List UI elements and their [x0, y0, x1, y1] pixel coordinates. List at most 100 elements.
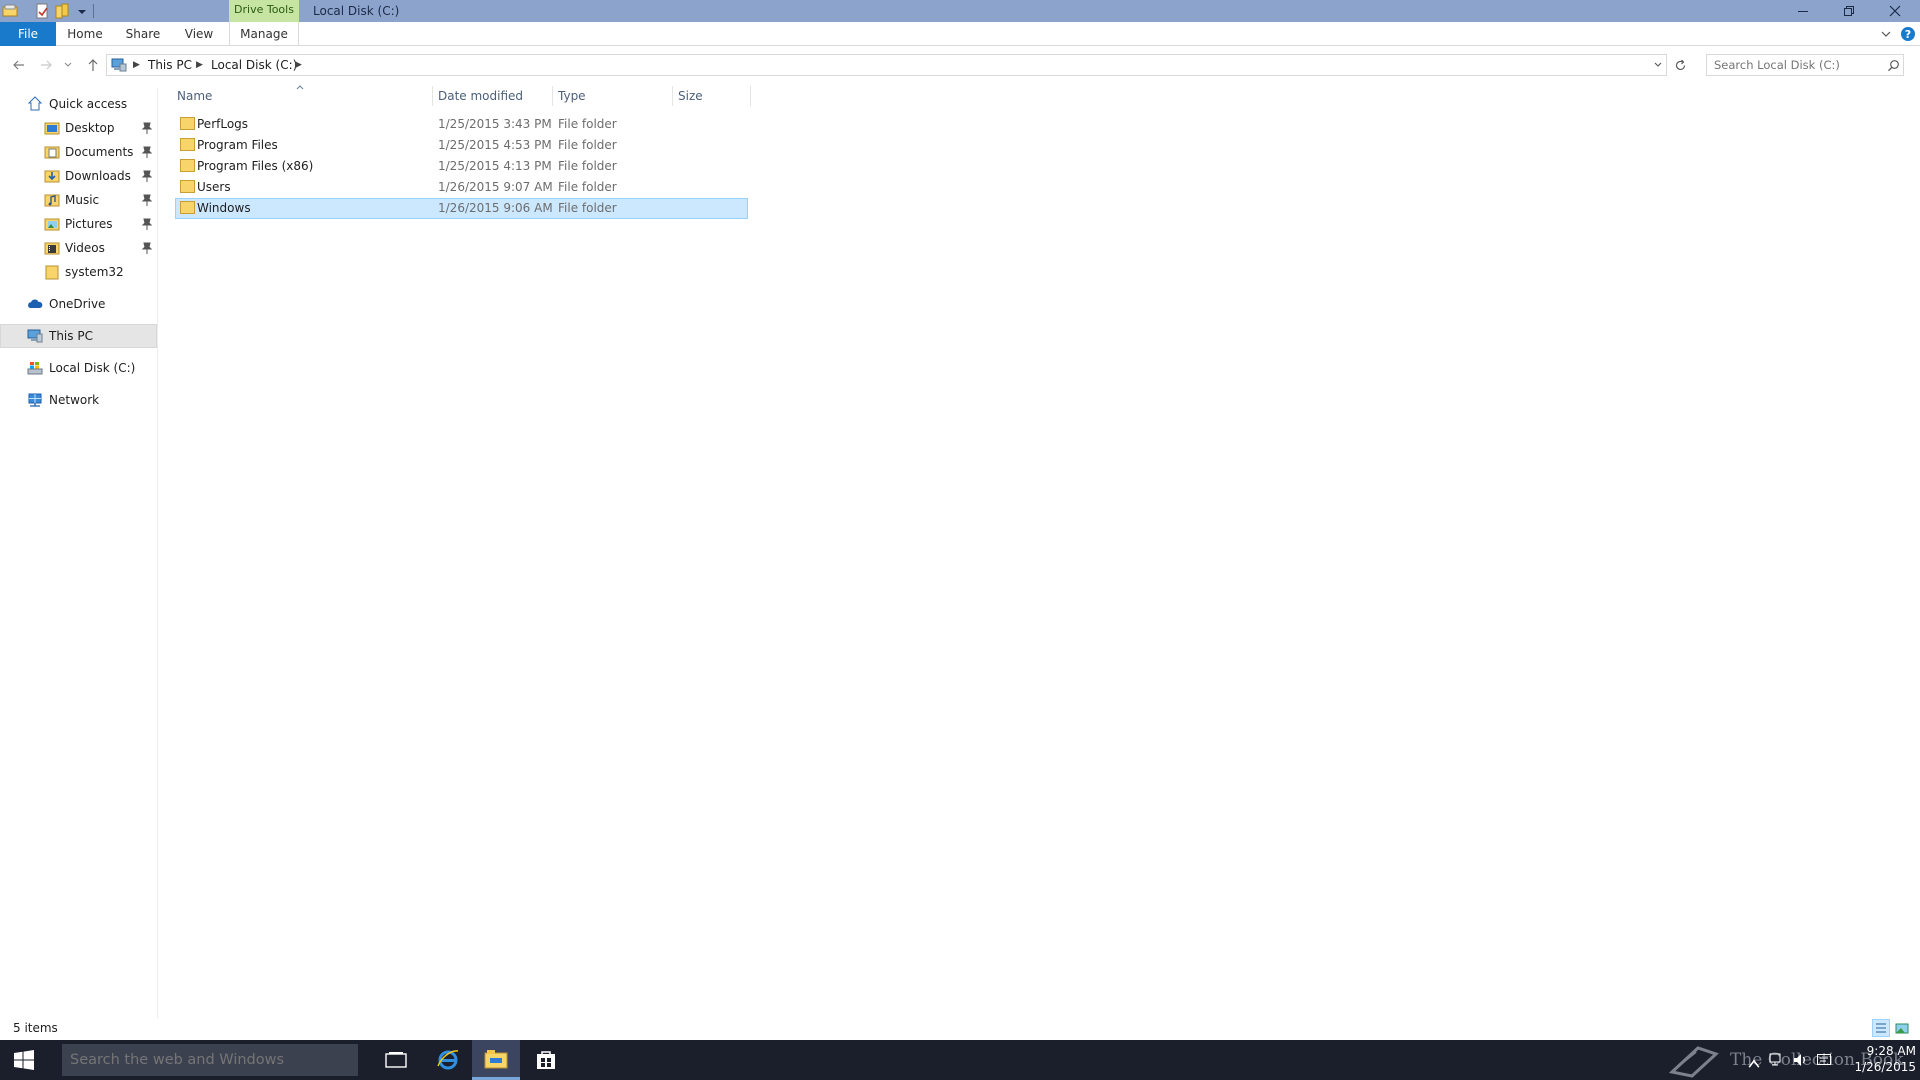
task-view-button[interactable] — [372, 1040, 420, 1080]
music-folder-icon — [44, 194, 60, 207]
start-button[interactable] — [0, 1040, 48, 1080]
pin-icon[interactable] — [140, 193, 154, 207]
folder-icon — [180, 180, 195, 193]
breadcrumb-separator[interactable]: ▶ — [295, 55, 302, 75]
address-bar[interactable]: ▶ This PC ▶ Local Disk (C:) ▶ — [106, 54, 1686, 76]
file-row[interactable]: Program Files 1/25/2015 4:53 PM File fol… — [175, 135, 748, 156]
nav-item-desktop[interactable]: Desktop — [0, 116, 157, 140]
address-divider — [1666, 55, 1667, 75]
taskbar-search-input[interactable] — [62, 1044, 358, 1076]
breadcrumb-local-disk[interactable]: Local Disk (C:) — [211, 55, 297, 75]
this-pc-icon — [111, 58, 127, 72]
search-icon[interactable] — [1887, 59, 1900, 72]
pin-icon[interactable] — [140, 145, 154, 159]
arrow-right-icon — [41, 60, 52, 70]
taskbar-clock[interactable]: 9:28 AM 1/26/2015 — [1836, 1043, 1916, 1075]
file-row[interactable]: Program Files (x86) 1/25/2015 4:13 PM Fi… — [175, 156, 748, 177]
tab-share[interactable]: Share — [119, 22, 167, 46]
pin-icon[interactable] — [140, 169, 154, 183]
recent-locations-button[interactable] — [62, 55, 74, 75]
nav-network[interactable]: Network — [0, 388, 157, 412]
column-divider[interactable] — [750, 86, 751, 106]
column-header-type[interactable]: Type — [558, 84, 586, 108]
up-button[interactable] — [83, 55, 103, 75]
show-hidden-icons-icon[interactable] — [1746, 1056, 1762, 1072]
column-divider[interactable] — [552, 86, 553, 106]
item-count: 5 items — [13, 1021, 58, 1035]
hard-drive-icon — [27, 362, 43, 375]
new-folder-icon[interactable] — [54, 3, 70, 19]
nav-item-music[interactable]: Music — [0, 188, 157, 212]
title-bar: Drive Tools Local Disk (C:) — [0, 0, 1920, 22]
minimize-button[interactable] — [1780, 0, 1826, 22]
minimize-icon — [1798, 11, 1808, 12]
address-dropdown-icon[interactable] — [1653, 60, 1663, 70]
help-icon[interactable]: ? — [1900, 26, 1916, 42]
watermark-book-icon — [1668, 1046, 1719, 1078]
file-row[interactable]: Users 1/26/2015 9:07 AM File folder — [175, 177, 748, 198]
restore-button[interactable] — [1826, 0, 1872, 22]
breadcrumb-separator[interactable]: ▶ — [196, 55, 203, 75]
explorer-app-icon[interactable] — [2, 3, 18, 19]
navigation-pane: Quick access Desktop Documents Downloads — [0, 88, 158, 1018]
nav-label: This PC — [49, 329, 93, 343]
breadcrumb-this-pc[interactable]: This PC — [148, 55, 192, 75]
column-header-size[interactable]: Size — [678, 84, 703, 108]
details-view-icon[interactable] — [1872, 1019, 1890, 1037]
forward-button[interactable] — [36, 55, 56, 75]
refresh-icon[interactable] — [1674, 59, 1687, 72]
chevron-down-icon — [64, 62, 72, 67]
nav-item-videos[interactable]: Videos — [0, 236, 157, 260]
file-name: PerfLogs — [197, 117, 249, 131]
sort-ascending-icon — [296, 85, 304, 90]
column-header-date[interactable]: Date modified — [438, 84, 523, 108]
nav-onedrive[interactable]: OneDrive — [0, 292, 157, 316]
nav-local-disk[interactable]: Local Disk (C:) — [0, 356, 157, 380]
properties-icon[interactable] — [34, 3, 50, 19]
downloads-folder-icon — [44, 170, 60, 183]
file-explorer-button[interactable] — [472, 1040, 520, 1080]
nav-label: Desktop — [65, 121, 115, 135]
nav-label: Quick access — [49, 97, 128, 111]
search-box[interactable] — [1706, 54, 1904, 76]
close-button[interactable] — [1872, 0, 1918, 22]
nav-item-documents[interactable]: Documents — [0, 140, 157, 164]
folder-icon — [180, 159, 195, 172]
tab-view[interactable]: View — [177, 22, 221, 46]
file-explorer-icon — [484, 1049, 508, 1068]
network-status-icon[interactable] — [1768, 1052, 1784, 1068]
file-name: Users — [197, 180, 231, 194]
back-button[interactable] — [9, 55, 29, 75]
volume-icon[interactable] — [1792, 1052, 1808, 1068]
nav-item-downloads[interactable]: Downloads — [0, 164, 157, 188]
tab-manage[interactable]: Manage — [229, 22, 299, 46]
large-icons-view-icon[interactable] — [1894, 1020, 1910, 1036]
windows-logo-icon — [14, 1050, 34, 1070]
column-header-name[interactable]: Name — [177, 84, 212, 108]
file-row-selected[interactable]: Windows 1/26/2015 9:06 AM File folder — [175, 198, 748, 219]
customize-toolbar-icon[interactable] — [74, 3, 90, 19]
column-divider[interactable] — [672, 86, 673, 106]
internet-explorer-button[interactable] — [424, 1040, 472, 1080]
pin-icon[interactable] — [140, 241, 154, 255]
pin-icon[interactable] — [140, 217, 154, 231]
nav-item-system32[interactable]: system32 — [0, 260, 157, 284]
column-divider[interactable] — [432, 86, 433, 106]
action-center-icon[interactable] — [1816, 1052, 1832, 1068]
file-date: 1/25/2015 4:13 PM — [438, 159, 552, 173]
pin-icon[interactable] — [140, 121, 154, 135]
nav-label: Videos — [65, 241, 105, 255]
expand-ribbon-icon[interactable] — [1880, 28, 1892, 40]
tab-file[interactable]: File — [0, 22, 56, 46]
nav-quick-access[interactable]: Quick access — [0, 92, 157, 116]
folder-icon — [180, 117, 195, 130]
ribbon-tabs: File Home Share View Manage ? — [0, 22, 1920, 46]
nav-label: system32 — [65, 265, 124, 279]
breadcrumb-separator[interactable]: ▶ — [133, 55, 140, 75]
nav-this-pc[interactable]: This PC — [0, 324, 157, 348]
store-button[interactable] — [522, 1040, 570, 1080]
search-input[interactable] — [1707, 55, 1877, 75]
file-row[interactable]: PerfLogs 1/25/2015 3:43 PM File folder — [175, 114, 748, 135]
tab-home[interactable]: Home — [62, 22, 108, 46]
nav-item-pictures[interactable]: Pictures — [0, 212, 157, 236]
